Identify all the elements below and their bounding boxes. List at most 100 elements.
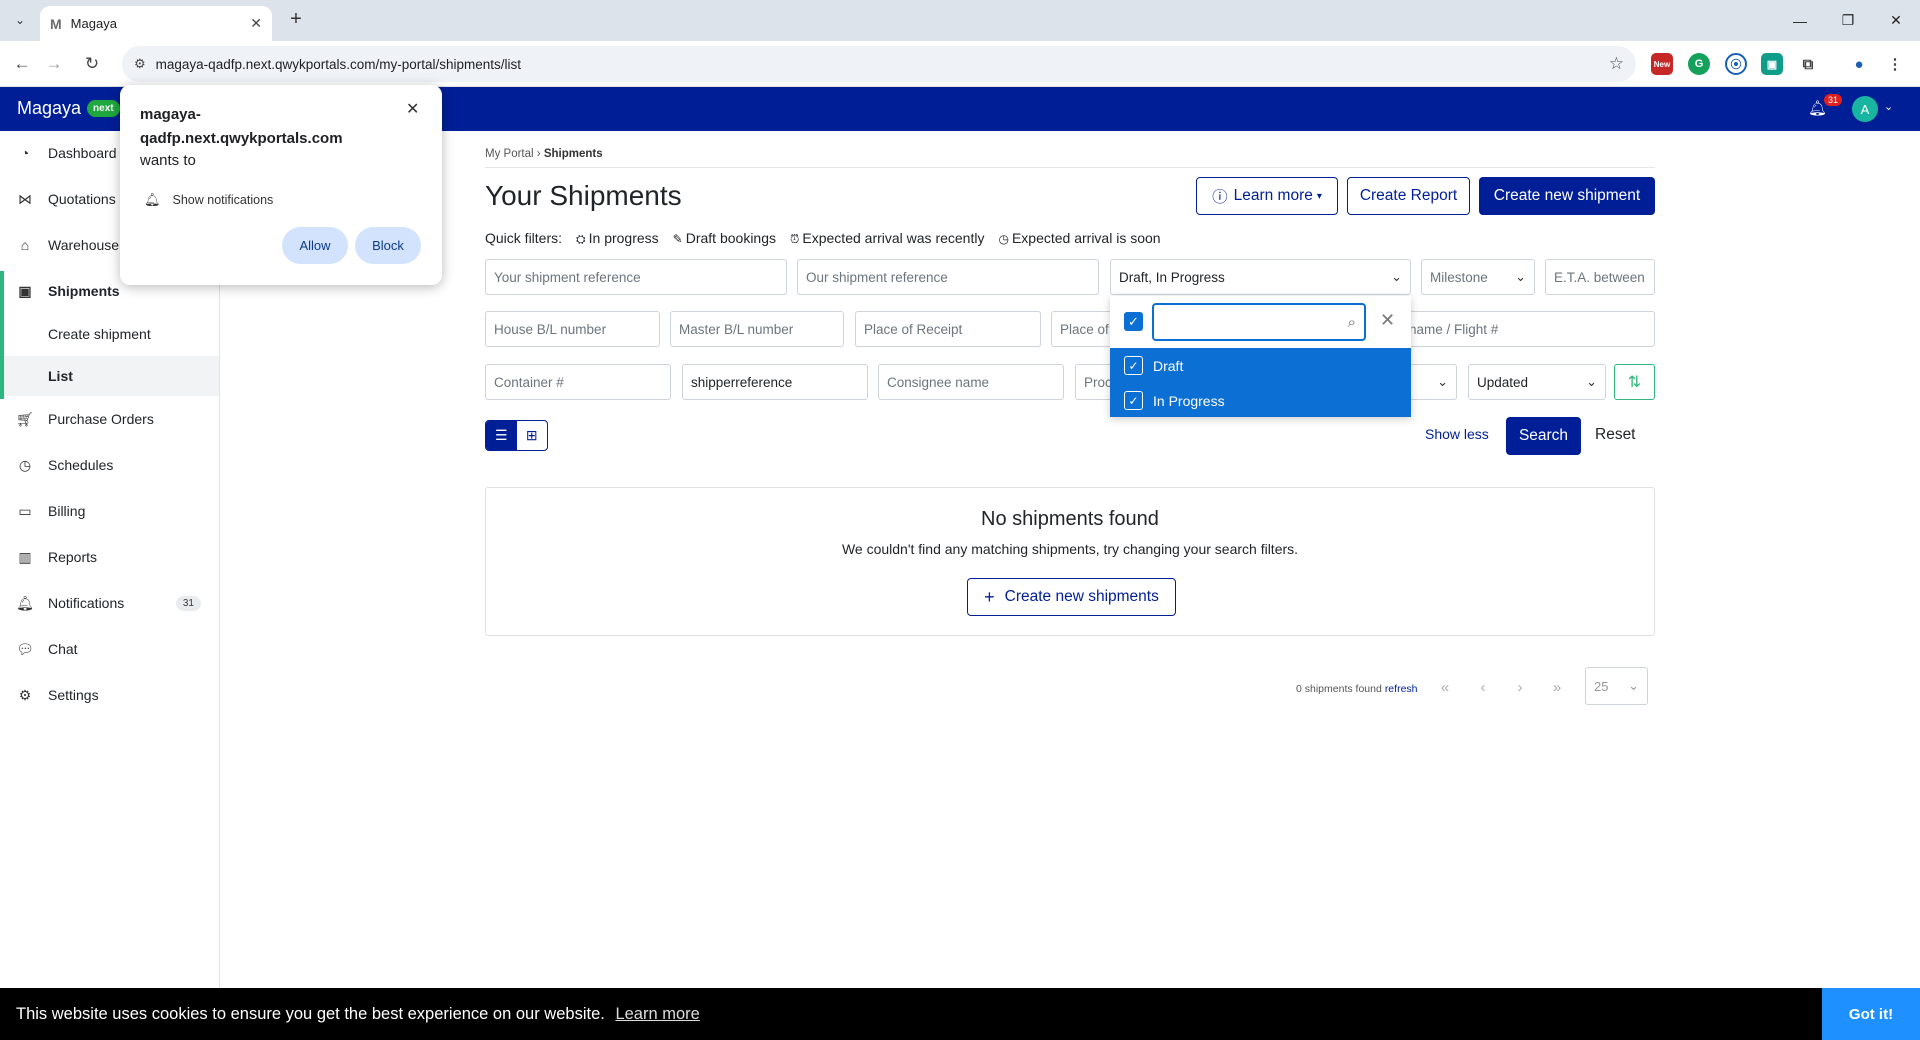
- brand-logo[interactable]: Magaya next: [17, 98, 120, 119]
- site-info-icon[interactable]: ⚙: [134, 56, 146, 72]
- reload-icon[interactable]: ↻: [80, 52, 104, 76]
- window-close-icon[interactable]: ✕: [1872, 0, 1920, 41]
- url-text[interactable]: magaya-qadfp.next.qwykportals.com/my-por…: [156, 57, 1609, 72]
- chevron-down-icon: ⌄: [1515, 269, 1526, 284]
- restore-icon[interactable]: ❐: [1824, 0, 1872, 41]
- bookmark-star-icon[interactable]: ☆: [1609, 54, 1624, 74]
- eta-between-input[interactable]: E.T.A. between: [1545, 259, 1655, 295]
- user-avatar[interactable]: A: [1852, 96, 1878, 122]
- sidebar-item-chat[interactable]: 💬︎ Chat: [0, 629, 219, 669]
- minimize-icon[interactable]: —: [1776, 0, 1824, 41]
- status-select[interactable]: Draft, In Progress ⌄: [1110, 259, 1411, 295]
- sidebar-item-create-shipment[interactable]: Create shipment: [0, 314, 219, 354]
- quick-filter-draft-bookings[interactable]: ✎ Draft bookings: [673, 230, 776, 247]
- bell-icon: 🔔︎: [16, 594, 34, 611]
- password-extension-icon[interactable]: ⦿: [1725, 53, 1747, 75]
- box-icon: ▣: [18, 282, 32, 299]
- help-circle-icon: ⓘ: [1212, 189, 1228, 206]
- container-number-input[interactable]: Container #: [485, 364, 671, 400]
- dropdown-search-input[interactable]: ⌕: [1152, 303, 1366, 341]
- status-dropdown-panel: ✓ ⌕ ✕ ✓ Draft ✓ In Progress: [1110, 296, 1411, 417]
- chevron-down-icon: ⌄: [1586, 374, 1597, 389]
- extension-new-icon[interactable]: New: [1651, 53, 1673, 75]
- profile-icon[interactable]: ●: [1848, 53, 1870, 75]
- breadcrumb-root[interactable]: My Portal: [485, 148, 534, 160]
- allow-button[interactable]: Allow: [282, 227, 348, 264]
- teal-extension-icon[interactable]: ▣: [1761, 53, 1783, 75]
- search-button[interactable]: Search: [1506, 417, 1581, 455]
- list-view-icon[interactable]: ☰: [486, 421, 517, 450]
- master-bl-input[interactable]: Master B/L number: [670, 311, 844, 347]
- next-page-icon[interactable]: ›: [1507, 674, 1533, 700]
- breadcrumb-current: Shipments: [543, 148, 603, 160]
- shipper-reference-input[interactable]: shipperreference: [682, 364, 868, 400]
- checkbox-checked-icon[interactable]: ✓: [1124, 356, 1143, 375]
- chevron-down-icon[interactable]: ⌄: [1884, 100, 1893, 113]
- learn-more-button[interactable]: ⓘ Learn more ▾: [1196, 177, 1338, 215]
- forward-arrow-icon[interactable]: →: [42, 52, 66, 76]
- refresh-link[interactable]: refresh: [1385, 683, 1418, 695]
- search-icon: ⌕: [1347, 313, 1356, 331]
- create-new-shipments-button[interactable]: + Create new shipments: [967, 578, 1176, 616]
- create-new-shipment-button[interactable]: Create new shipment: [1479, 177, 1655, 215]
- chevron-down-icon: ⌄: [1628, 678, 1639, 693]
- person-walking-icon: ⛭: [576, 232, 586, 246]
- reset-button[interactable]: Reset: [1595, 426, 1636, 444]
- quick-filter-arrival-soon[interactable]: ◷ Expected arrival is soon: [998, 230, 1160, 247]
- brand-name: Magaya: [17, 98, 82, 118]
- vessel-flight-input[interactable]: name / Flight #: [1400, 311, 1655, 347]
- show-less-link[interactable]: Show less: [1425, 426, 1489, 442]
- notifications-count-badge: 31: [175, 595, 201, 611]
- credit-card-icon: ▭: [18, 502, 32, 519]
- quick-filter-arrival-recently[interactable]: ⏰︎ Expected arrival was recently: [790, 230, 984, 247]
- create-report-button[interactable]: Create Report: [1347, 177, 1470, 215]
- window-controls: — ❐ ✕: [1776, 0, 1920, 41]
- pagination-summary: 0 shipments found refresh: [1296, 683, 1418, 695]
- new-tab-plus-icon[interactable]: +: [284, 8, 308, 31]
- select-all-checkbox[interactable]: ✓: [1124, 312, 1143, 331]
- sidebar-item-notifications[interactable]: 🔔︎ Notifications 31: [0, 583, 219, 623]
- sidebar-item-purchase-orders[interactable]: 🛒︎ Purchase Orders: [0, 399, 219, 439]
- sidebar-item-settings[interactable]: ⚙ Settings: [0, 675, 219, 715]
- empty-state-title: No shipments found: [981, 508, 1159, 530]
- grid-view-icon[interactable]: ⊞: [517, 421, 548, 450]
- close-icon[interactable]: ✕: [1380, 310, 1395, 331]
- extensions-puzzle-icon[interactable]: ⧉: [1797, 53, 1819, 75]
- consignee-name-input[interactable]: Consignee name: [878, 364, 1064, 400]
- quick-filter-in-progress[interactable]: ⛭ In progress: [576, 230, 659, 247]
- house-bl-input[interactable]: House B/L number: [485, 311, 660, 347]
- last-page-icon[interactable]: »: [1544, 674, 1570, 700]
- sidebar-item-schedules[interactable]: ◷ Schedules: [0, 445, 219, 485]
- page-size-select[interactable]: 25 ⌄: [1585, 667, 1648, 705]
- place-of-receipt-input[interactable]: Place of Receipt: [855, 311, 1041, 347]
- browser-menu-icon[interactable]: ⋮: [1884, 53, 1906, 75]
- tab-search-chevron-icon[interactable]: ⌄: [8, 8, 32, 32]
- popup-close-icon[interactable]: ✕: [406, 99, 419, 119]
- your-shipment-reference-input[interactable]: Your shipment reference: [485, 259, 787, 295]
- option-in-progress[interactable]: ✓ In Progress: [1110, 383, 1411, 418]
- notification-permission-popup: magaya-qadfp.next.qwykportals.com wants …: [120, 85, 442, 285]
- tab-close-icon[interactable]: ✕: [250, 15, 262, 32]
- quick-filters-label: Quick filters:: [485, 230, 563, 246]
- milestone-select[interactable]: Milestone ⌄: [1421, 259, 1535, 295]
- cookie-accept-button[interactable]: Got it!: [1822, 988, 1920, 1040]
- first-page-icon[interactable]: «: [1432, 674, 1458, 700]
- grammarly-extension-icon[interactable]: G: [1688, 53, 1710, 75]
- prev-page-icon[interactable]: ‹: [1470, 674, 1496, 700]
- sort-direction-button[interactable]: ⇅: [1614, 364, 1655, 400]
- sidebar-item-billing[interactable]: ▭ Billing: [0, 491, 219, 531]
- sidebar-item-list[interactable]: List: [0, 356, 219, 396]
- block-button[interactable]: Block: [355, 227, 421, 264]
- our-shipment-reference-input[interactable]: Our shipment reference: [797, 259, 1099, 295]
- address-bar[interactable]: ⚙ magaya-qadfp.next.qwykportals.com/my-p…: [122, 46, 1636, 82]
- sidebar-active-indicator: [0, 271, 4, 399]
- option-draft[interactable]: ✓ Draft: [1110, 348, 1411, 383]
- tab-title: Magaya: [70, 16, 117, 31]
- cookie-learn-more-link[interactable]: Learn more: [615, 1005, 699, 1023]
- sort-by-select[interactable]: Updated ⌄: [1468, 364, 1606, 400]
- popup-wants-to: wants to: [140, 152, 196, 169]
- back-arrow-icon[interactable]: ←: [10, 52, 34, 76]
- checkbox-checked-icon[interactable]: ✓: [1124, 391, 1143, 410]
- sidebar-item-reports[interactable]: ▥ Reports: [0, 537, 219, 577]
- browser-tab[interactable]: M Magaya ✕: [40, 6, 272, 41]
